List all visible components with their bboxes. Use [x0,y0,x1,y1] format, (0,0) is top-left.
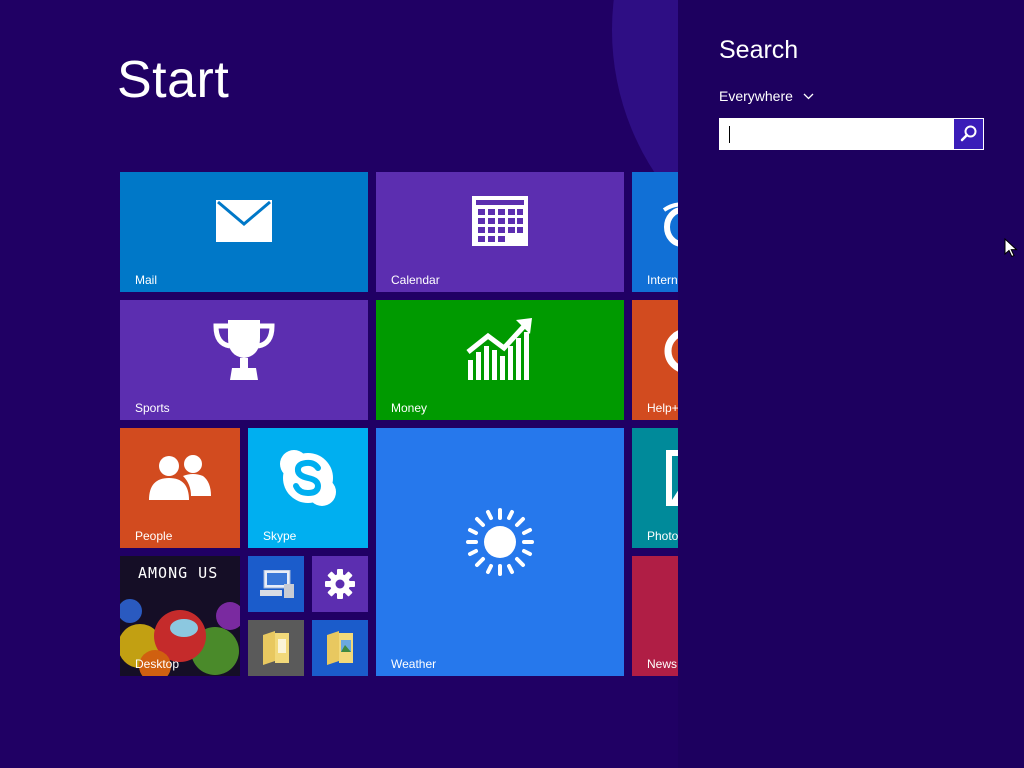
internet-explorer-icon [662,202,678,247]
lifebuoy-icon [664,330,678,372]
tile-label-calendar: Calendar [391,273,440,287]
photo-icon [666,450,678,506]
tile-label-news: News [647,657,678,671]
search-charm-panel: Search Everywhere [678,0,1024,768]
search-button[interactable] [954,119,983,149]
tile-calendar[interactable]: Calendar [376,172,624,292]
folder-picture-icon [327,631,353,665]
tile-label-skype: Skype [263,529,297,543]
search-scope-label: Everywhere [719,88,793,104]
skype-icon [280,450,336,506]
tile-money[interactable]: Money [376,300,624,420]
people-icon [149,455,211,500]
sun-icon [466,508,534,576]
tile-people[interactable]: People [120,428,240,548]
search-charm-title: Search [719,36,799,64]
tile-desktop[interactable]: AMONG US Desktop [120,556,240,676]
trophy-icon [213,320,275,380]
tile-label-desktop: Desktop [135,657,180,671]
envelope-icon [216,200,272,242]
tile-label-sports: Sports [135,401,170,415]
tile-mail[interactable]: Mail [120,172,368,292]
tile-computer[interactable] [248,556,304,612]
tile-label-money: Money [391,401,428,415]
magnifier-icon [960,125,977,142]
tile-label-photos: Photo [647,529,678,543]
tile-photos[interactable]: Photo [632,428,678,548]
tile-label-internet-explorer: Intern [647,273,678,287]
text-caret [729,126,730,143]
computer-icon [260,570,294,598]
search-input[interactable] [720,119,954,149]
mouse-pointer-icon [1004,238,1018,258]
search-scope-dropdown[interactable]: Everywhere [719,86,814,106]
tile-help-tips[interactable]: Help+ [632,300,678,420]
tile-sports[interactable]: Sports [120,300,368,420]
folder-icon [263,631,289,665]
chevron-down-icon [803,93,814,99]
start-title: Start [117,51,230,109]
tile-news[interactable]: News [632,556,678,676]
tile-internet-explorer[interactable]: Intern [632,172,678,292]
chart-growth-icon [466,318,532,380]
tile-weather[interactable]: Weather [376,428,624,676]
tile-skype[interactable]: Skype [248,428,368,548]
search-box [719,118,984,150]
tile-label-people: People [135,529,173,543]
desktop-art-text: AMONG US [138,564,219,582]
tile-label-help-tips: Help+ [647,401,678,415]
calendar-icon [472,196,528,246]
tile-label-weather: Weather [391,657,437,671]
gear-icon [325,569,355,599]
start-screen: Start Mail Calendar Intern Sports Money … [0,0,1024,768]
tile-photo-viewer[interactable] [312,620,368,676]
tile-label-mail: Mail [135,273,158,287]
tile-file-explorer[interactable] [248,620,304,676]
tile-pc-settings[interactable] [312,556,368,612]
